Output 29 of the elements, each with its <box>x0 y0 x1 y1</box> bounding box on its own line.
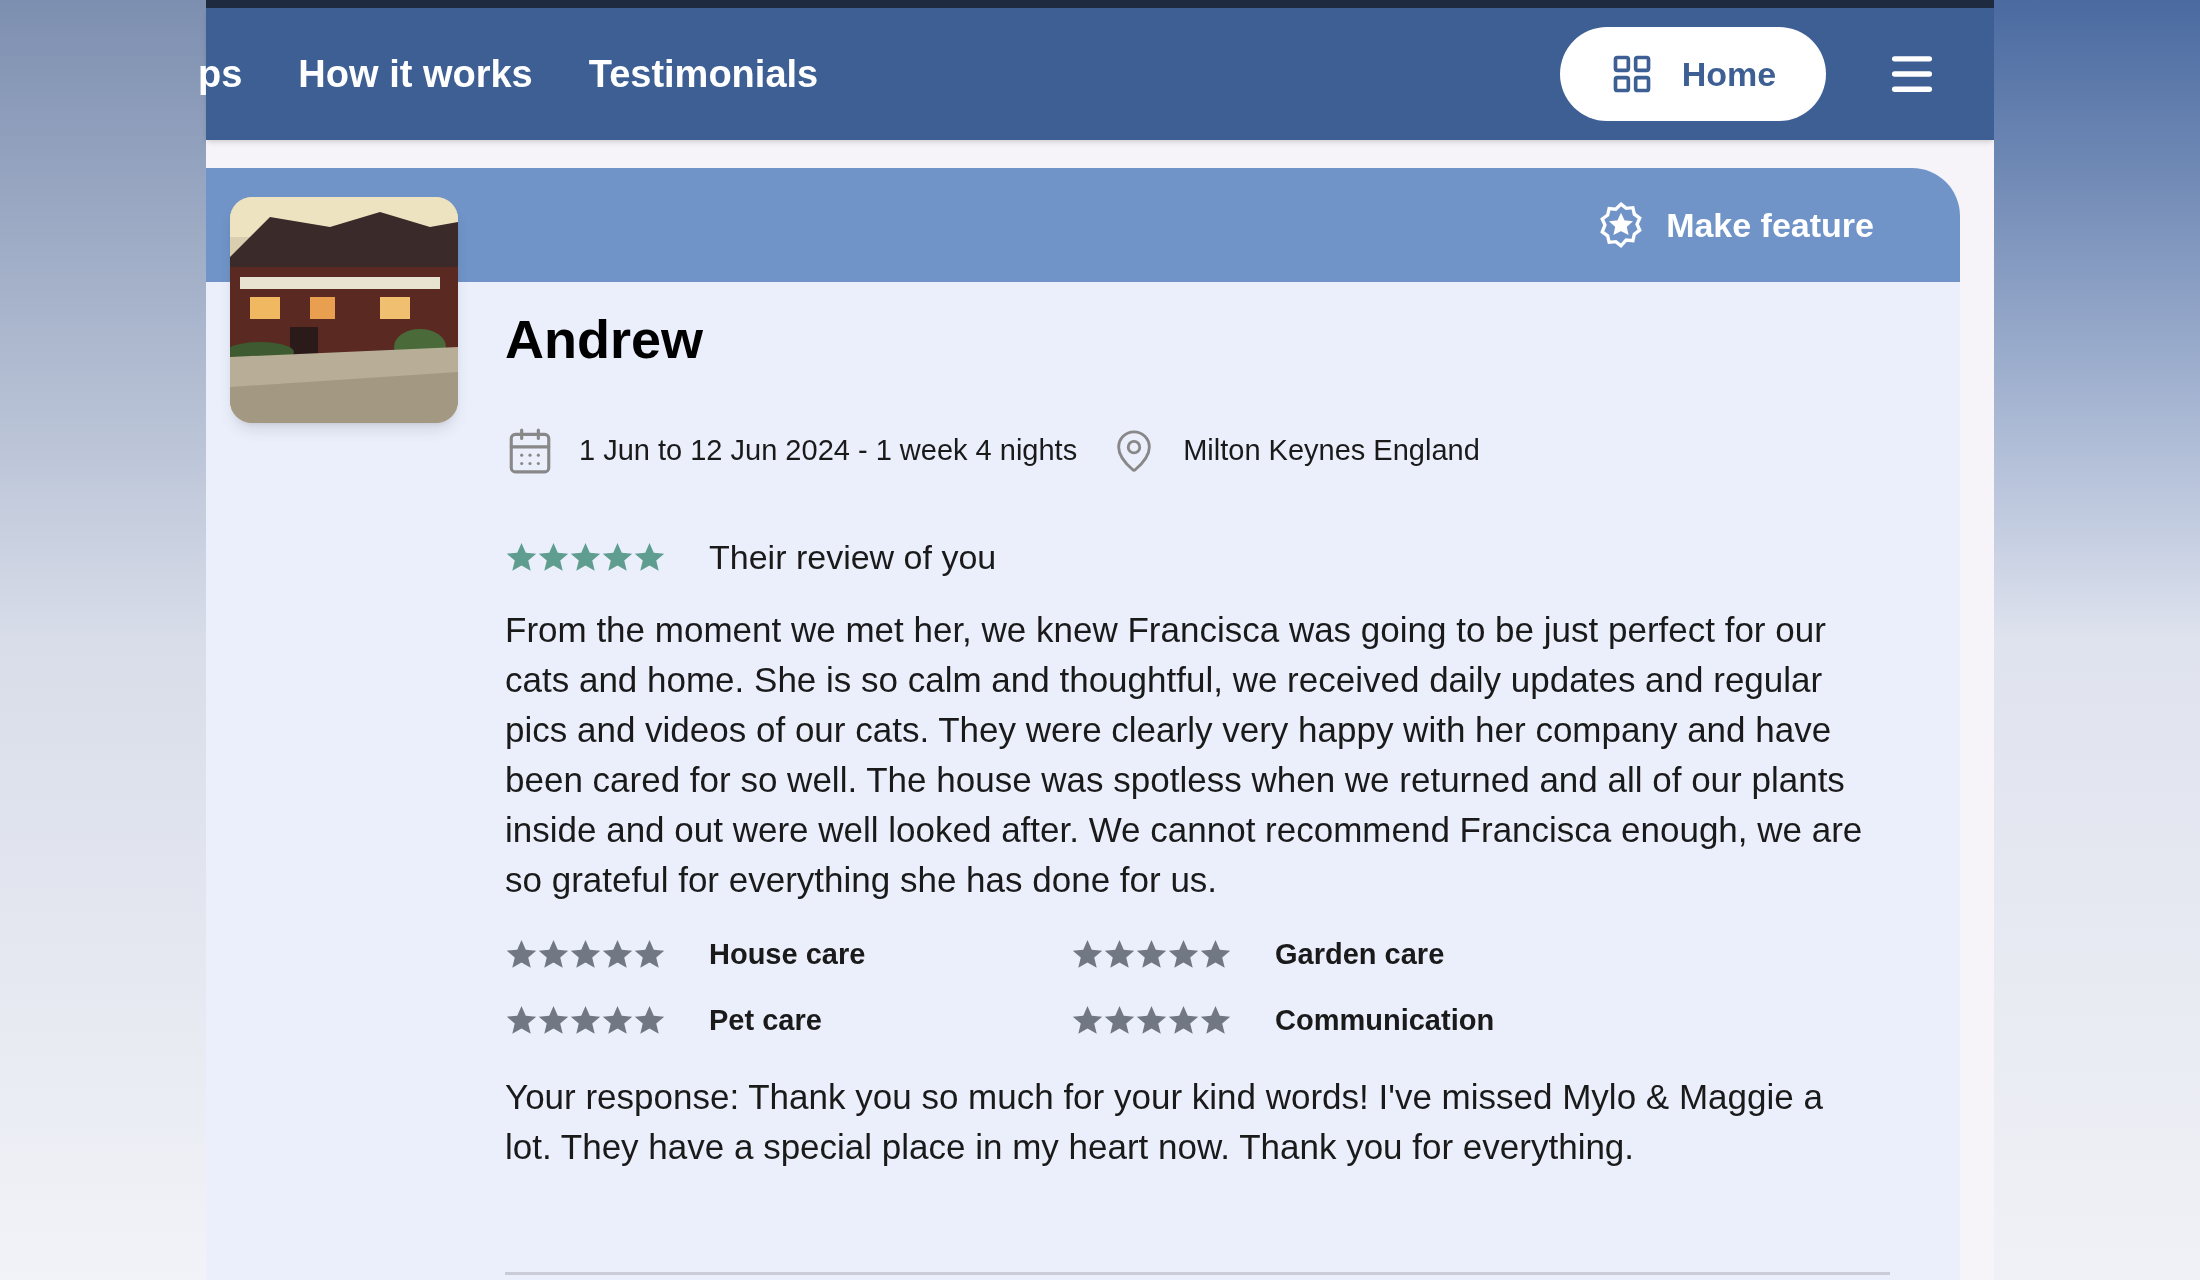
nav-link[interactable]: Testimonials <box>588 45 819 103</box>
star-icon <box>569 1003 602 1037</box>
location-text: Milton Keynes England <box>1183 433 1480 469</box>
star-icon <box>1103 1003 1136 1037</box>
home-button[interactable]: Home <box>1560 27 1826 121</box>
star-icon <box>601 541 634 574</box>
star-icon <box>601 1003 634 1037</box>
star-icon <box>537 1003 570 1037</box>
star-icon <box>1071 1003 1104 1037</box>
nav-link[interactable]: How it works <box>298 45 533 103</box>
star-icon <box>569 541 602 574</box>
star-icon <box>633 541 666 574</box>
review-heading: Their review of you <box>709 537 997 578</box>
response-text: Your response: Thank you so much for your kind words! I've missed Mylo & Maggie a lot. They have a special place in my heart now. Thank you for everything. <box>505 1076 1824 1168</box>
star-icon <box>1199 1003 1232 1037</box>
rating-label: Garden care <box>1275 937 1445 972</box>
nav-link[interactable]: ps <box>198 45 243 103</box>
star-icon <box>537 541 570 574</box>
stay-dates: 1 Jun to 12 Jun 2024 - 1 week 4 nights <box>579 433 1078 469</box>
reviewer-name: Andrew <box>505 312 704 366</box>
star-icon <box>505 541 538 574</box>
star-icon <box>1135 1003 1168 1037</box>
review-text: From the moment we met her, we knew Francisca was going to be just perfect for our cats and home. She is so calm and thoughtful, we received daily updates and regular pics and videos of our cats. They were clearly very happy with her company and have been cared for so well. The house was spotless when we returned and all of our plants inside and out were well looked after. We cannot recommend Francisca enough, we are so grateful for everything she has done for us. <box>505 609 1864 901</box>
star-icon <box>505 1003 538 1037</box>
star-icon <box>633 1003 666 1037</box>
rating-label: Communication <box>1275 1002 1495 1038</box>
rating-label: Pet care <box>709 1002 822 1038</box>
rating-label: House care <box>709 937 866 972</box>
star-icon <box>1167 1003 1200 1037</box>
